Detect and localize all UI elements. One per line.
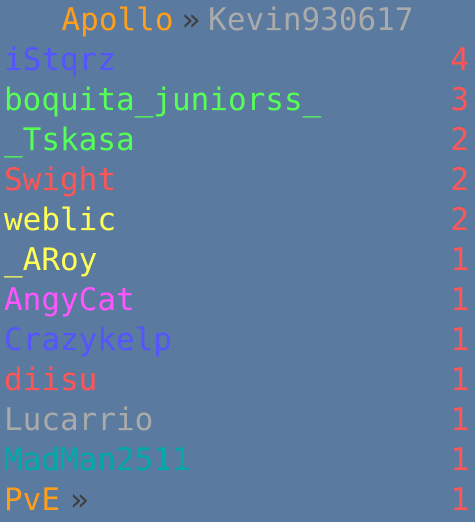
entry-name: _ARoy [4, 242, 98, 278]
entry-score: 1 [450, 282, 469, 318]
scoreboard-entry: AngyCat 1 [0, 280, 475, 320]
entry-score: 4 [450, 42, 469, 78]
scoreboard-footer: PvE » 1 [0, 480, 475, 520]
entry-name: _Tskasa [4, 122, 135, 158]
entry-name: weblic [4, 202, 116, 238]
entry-score: 1 [450, 242, 469, 278]
scoreboard-entry: diisu 1 [0, 360, 475, 400]
entry-name: iStqrz [4, 42, 116, 78]
scoreboard-entry: boquita_juniorss_ 3 [0, 80, 475, 120]
server-brand: Apollo [61, 2, 174, 38]
player-name: Kevin930617 [208, 2, 414, 38]
entry-score: 2 [450, 202, 469, 238]
footer-entry: PvE » [4, 480, 89, 520]
entry-score: 3 [450, 82, 469, 118]
scoreboard-entry: Swight 2 [0, 160, 475, 200]
entry-score: 2 [450, 122, 469, 158]
entry-score: 2 [450, 162, 469, 198]
footer-separator: » [70, 482, 89, 518]
entry-name: Crazykelp [4, 322, 172, 358]
footer-score: 1 [450, 482, 469, 518]
scoreboard-entry: MadMan2511 1 [0, 440, 475, 480]
title-separator: » [181, 2, 201, 38]
scoreboard-entry: Crazykelp 1 [0, 320, 475, 360]
scoreboard-entry: Lucarrio 1 [0, 400, 475, 440]
scoreboard-title: Apollo» Kevin930617 [0, 0, 475, 40]
entry-score: 1 [450, 442, 469, 478]
entry-name: Swight [4, 162, 116, 198]
entry-name: AngyCat [4, 282, 135, 318]
entry-score: 1 [450, 362, 469, 398]
entry-name: MadMan2511 [4, 442, 191, 478]
scoreboard: Apollo» Kevin930617 iStqrz 4 boquita_juni… [0, 0, 475, 522]
scoreboard-entry: weblic 2 [0, 200, 475, 240]
entry-name: diisu [4, 362, 98, 398]
footer-label: PvE [4, 482, 60, 518]
entry-score: 1 [450, 402, 469, 438]
entry-name: boquita_juniorss_ [4, 82, 322, 118]
entry-score: 1 [450, 322, 469, 358]
scoreboard-entry: iStqrz 4 [0, 40, 475, 80]
scoreboard-entry: _ARoy 1 [0, 240, 475, 280]
scoreboard-entry: _Tskasa 2 [0, 120, 475, 160]
entry-name: Lucarrio [4, 402, 154, 438]
